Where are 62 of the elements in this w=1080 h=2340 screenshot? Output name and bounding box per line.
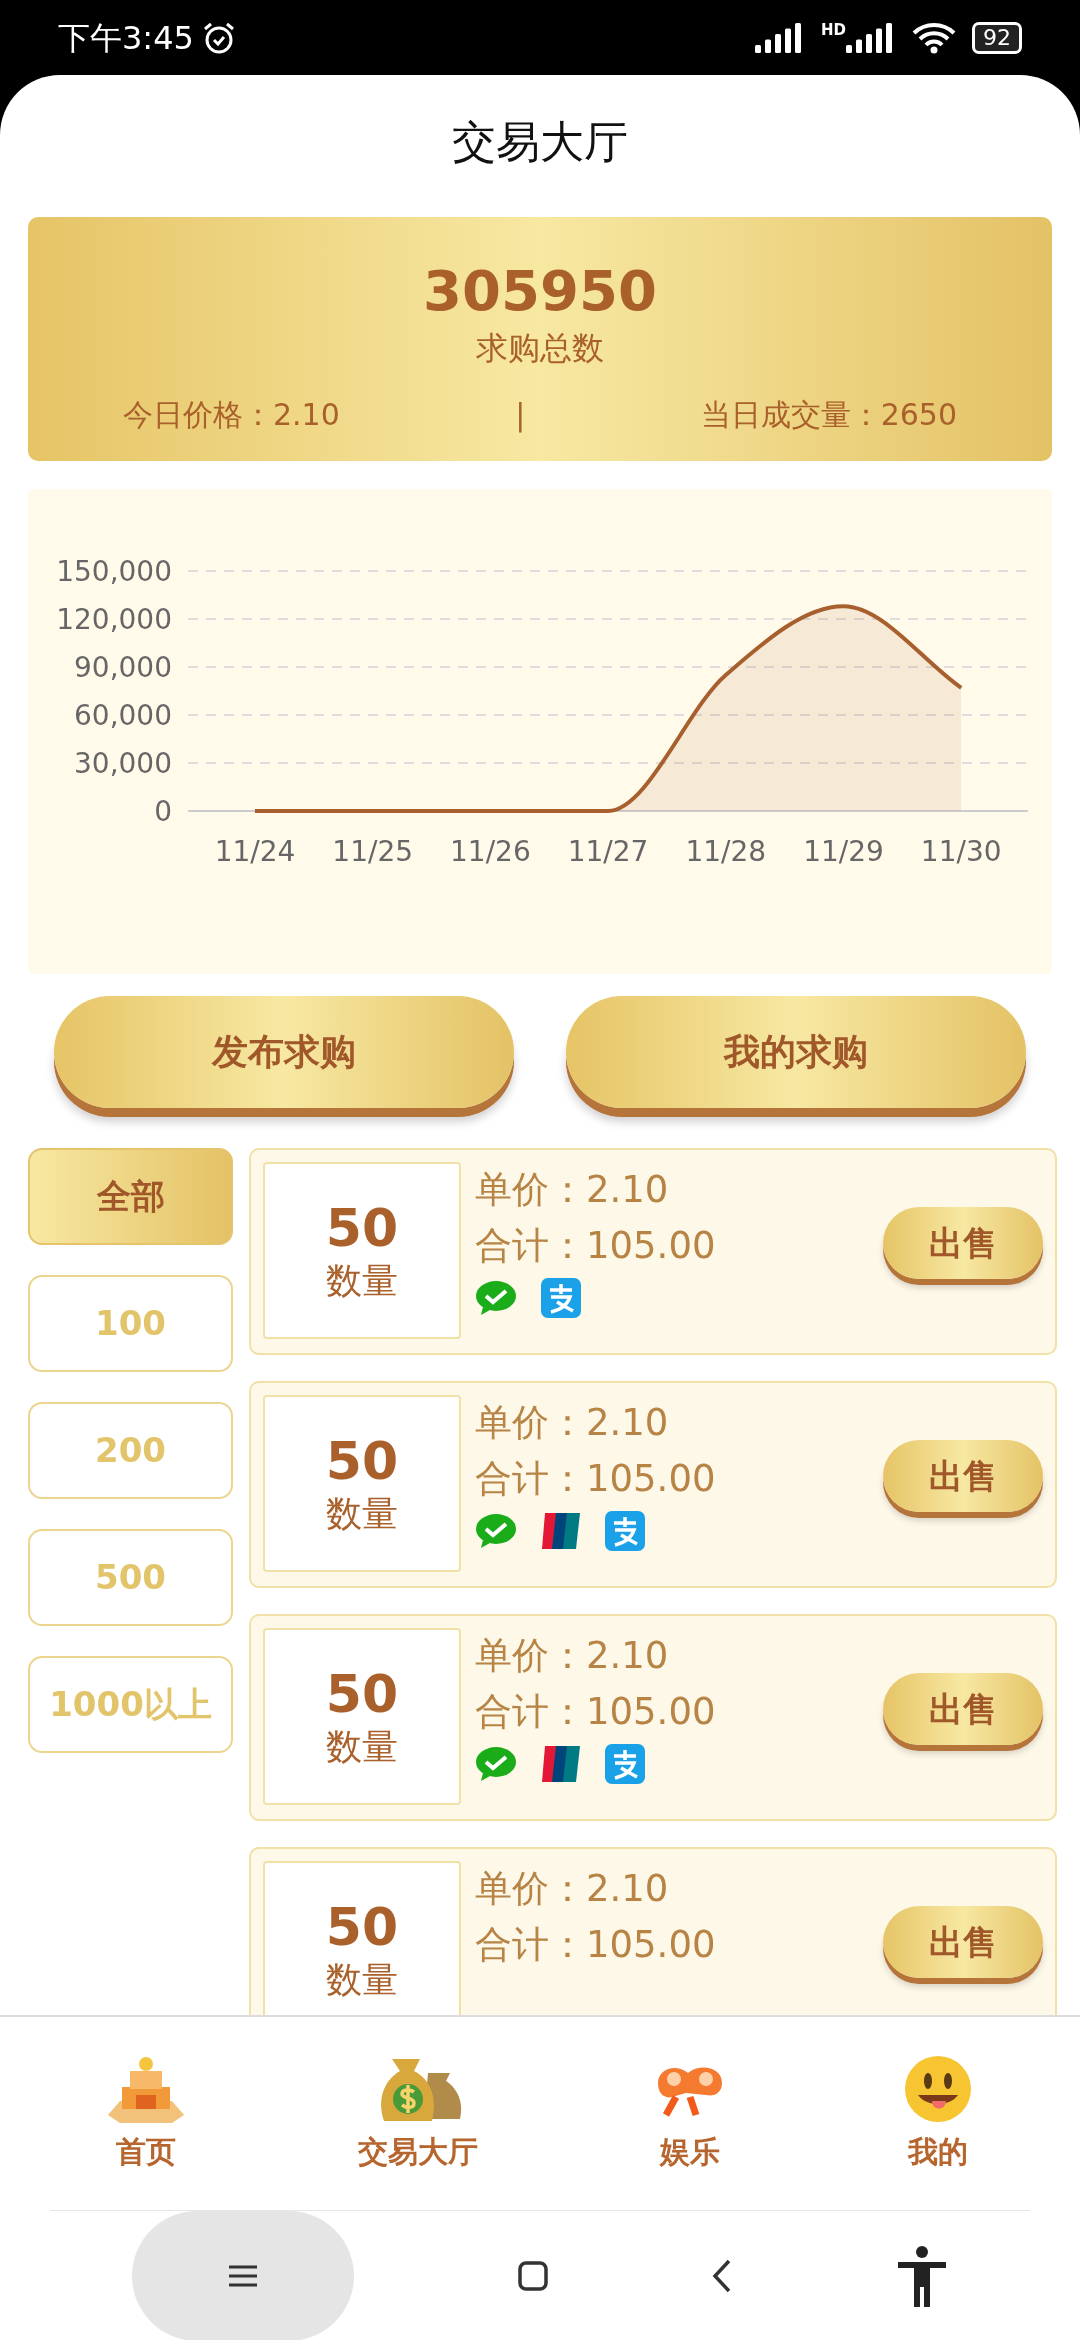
axis-label: 150,000 [56, 555, 172, 589]
axis-label: 0 [154, 795, 172, 829]
card-icon [541, 1511, 581, 1552]
unit-price: 单价：2.10 [475, 1167, 670, 1214]
battery-indicator: 92 [972, 21, 1022, 54]
chat-check-icon [475, 1746, 517, 1783]
tab-label: 娱乐 [660, 2133, 720, 2171]
nav-tab[interactable]: 首页 [100, 2052, 192, 2175]
tab-label: 首页 [116, 2133, 176, 2171]
axis-label: 11/28 [685, 835, 767, 869]
nav-tab[interactable]: 交易大厅 [352, 2052, 484, 2175]
quantity-value: 50 [325, 1898, 399, 1958]
network-label: HD [821, 22, 846, 38]
axis-label: 11/27 [567, 835, 649, 869]
unit-price: 单价：2.10 [475, 1633, 670, 1680]
quantity-label: 数量 [326, 1492, 398, 1536]
total-price: 合计：105.00 [475, 1689, 717, 1736]
axis-label: 11/25 [332, 835, 414, 869]
back-icon[interactable] [712, 2258, 732, 2293]
volume-label: 当日成交量：2650 [700, 396, 957, 435]
total-price: 合计：105.00 [475, 1456, 717, 1503]
card-icon [541, 1744, 581, 1785]
accessibility-icon[interactable] [896, 2244, 948, 2307]
axis-label: 120,000 [56, 603, 172, 637]
page-title: 交易大厅 [451, 115, 629, 169]
smiley-icon [902, 2053, 974, 2125]
quantity-label: 数量 [326, 1958, 398, 2002]
axis-label: 30,000 [74, 747, 172, 781]
chat-check-icon [475, 1513, 517, 1550]
quantity-label: 数量 [326, 1725, 398, 1769]
quantity-label: 数量 [326, 1259, 398, 1303]
separator-text: | [515, 396, 526, 435]
filter-tab[interactable]: 全部 [28, 1148, 233, 1246]
axis-label: 11/24 [214, 835, 296, 869]
axis-label: 11/29 [803, 835, 884, 869]
chat-check-icon [475, 1280, 517, 1317]
wifi-icon [912, 21, 956, 54]
total-count: 305950 [422, 257, 658, 325]
total-label: 求购总数 [475, 328, 605, 370]
home-button-icon[interactable] [518, 2260, 548, 2291]
price-label: 今日价格：2.10 [123, 396, 340, 435]
payment-icon [541, 1278, 581, 1319]
total-price: 合计：105.00 [475, 1922, 717, 1969]
alarm-icon [201, 20, 236, 55]
nav-tab[interactable]: 娱乐 [644, 2052, 736, 2175]
axis-label: 90,000 [74, 651, 172, 685]
payment-icon [605, 1511, 645, 1552]
status-time: 下午3:45 [58, 17, 194, 59]
unit-price: 单价：2.10 [475, 1400, 670, 1447]
axis-label: 11/30 [920, 835, 1002, 869]
unit-price: 单价：2.10 [475, 1866, 670, 1913]
quantity-value: 50 [325, 1199, 399, 1259]
tab-label: 我的 [908, 2133, 968, 2171]
menu-icon [229, 2264, 257, 2287]
axis-label: 11/26 [450, 835, 531, 869]
payment-icon [605, 1744, 645, 1785]
axis-label: 60,000 [74, 699, 172, 733]
total-price: 合计：105.00 [475, 1223, 717, 1270]
tab-label: 交易大厅 [358, 2133, 478, 2171]
nav-tab[interactable]: 我的 [896, 2052, 980, 2175]
quantity-value: 50 [325, 1665, 399, 1725]
quantity-value: 50 [325, 1432, 399, 1492]
